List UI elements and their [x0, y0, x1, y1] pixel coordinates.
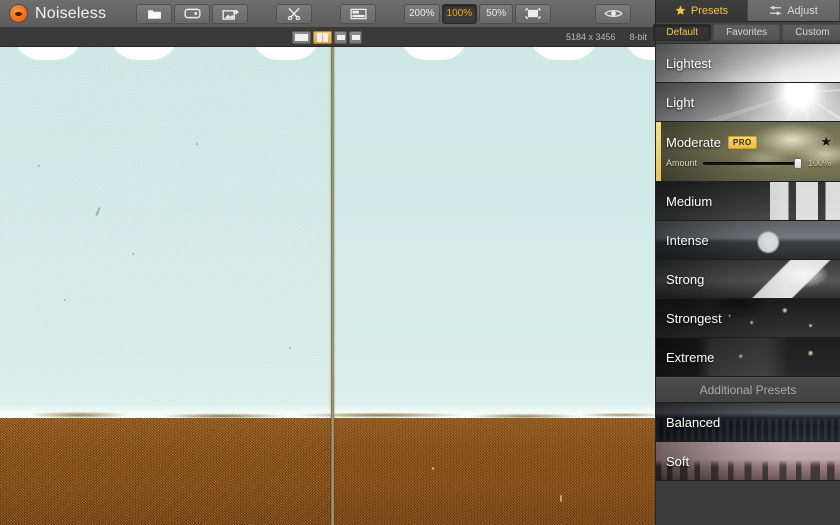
layout-button-group — [339, 3, 377, 24]
preset-label: Soft — [666, 453, 690, 469]
preset-label: Medium — [666, 193, 713, 209]
view-mode-split[interactable] — [313, 30, 332, 44]
preset-title-row: Moderate PRO ★ — [656, 134, 840, 150]
preset-item-light[interactable]: Light — [656, 83, 840, 122]
preset-item-strong[interactable]: Strong — [656, 260, 840, 299]
sliders-icon — [769, 6, 782, 15]
view-mode-compare-left[interactable] — [334, 30, 347, 44]
preview-button-group — [594, 3, 632, 24]
preset-item-medium[interactable]: Medium — [656, 182, 840, 221]
preset-label: Moderate — [666, 134, 721, 150]
subtab-custom[interactable]: Custom — [782, 24, 840, 41]
noiseless-app-window: Noiseless PRO — [0, 0, 840, 525]
preset-item-extreme[interactable]: Extreme — [656, 338, 840, 377]
slider-track — [703, 161, 802, 165]
preset-category-tabs: Default Favorites Custom — [653, 22, 840, 44]
open-folder-icon — [147, 9, 161, 19]
compare-layout-button[interactable] — [340, 3, 376, 24]
fit-to-screen-button[interactable] — [515, 3, 552, 24]
crop-button[interactable] — [276, 3, 312, 24]
file-button-group — [135, 3, 249, 24]
preset-item-lightest[interactable]: Lightest — [656, 44, 840, 83]
view-mode-group — [292, 30, 364, 44]
preset-item-balanced[interactable]: Balanced — [656, 403, 840, 442]
amount-slider[interactable] — [703, 157, 802, 169]
preset-label: Lightest — [666, 55, 712, 71]
compare-layout-icon — [350, 8, 367, 20]
preset-shade — [656, 122, 840, 181]
subtab-favorites[interactable]: Favorites — [713, 24, 781, 41]
zoom-100-button[interactable]: 100% — [441, 3, 478, 24]
export-share-icon — [222, 8, 239, 20]
view-mode-single[interactable] — [292, 30, 311, 44]
export-button[interactable] — [212, 3, 248, 24]
star-icon — [675, 5, 686, 15]
library-icon — [184, 8, 201, 19]
favorite-star-icon[interactable]: ★ — [820, 134, 832, 150]
preset-label: Strong — [666, 271, 705, 287]
crop-button-group — [275, 3, 313, 24]
image-dimensions: 5184 x 3456 — [565, 32, 616, 42]
fit-screen-icon — [525, 8, 541, 19]
pro-badge: PRO — [727, 135, 757, 149]
amount-control-row: Amount 100% — [656, 157, 840, 169]
open-file-button[interactable] — [136, 3, 172, 24]
preset-item-soft[interactable]: Soft — [656, 442, 840, 481]
zoom-200-button[interactable]: 200% — [404, 3, 440, 24]
image-bit-depth: 8-bit — [629, 32, 647, 42]
tab-adjust[interactable]: Adjust — [748, 0, 840, 21]
view-mode-compare-right[interactable] — [349, 30, 362, 44]
slider-knob[interactable] — [794, 157, 802, 169]
split-view-divider[interactable] — [331, 47, 334, 525]
preset-item-intense[interactable]: Intense — [656, 221, 840, 260]
tab-adjust-label: Adjust — [787, 4, 818, 17]
image-canvas[interactable] — [0, 47, 655, 525]
presets-panel: Presets Adjust Default Favorites Custom … — [653, 0, 840, 525]
tab-presets-label: Presets — [690, 4, 729, 17]
zoom-50-button[interactable]: 50% — [479, 3, 514, 24]
library-button[interactable] — [174, 3, 210, 24]
amount-value: 100% — [808, 158, 832, 168]
preview-toggle-button[interactable] — [595, 3, 632, 24]
preset-item-strongest[interactable]: Strongest — [656, 299, 840, 338]
eye-icon — [604, 8, 623, 19]
noiseless-logo-icon — [10, 5, 27, 22]
tab-presets[interactable]: Presets — [656, 0, 748, 21]
preset-item-moderate[interactable]: Moderate PRO ★ Amount 100% — [656, 122, 840, 182]
preset-list[interactable]: Lightest Light Moderate PRO ★ Amount 100… — [656, 44, 840, 525]
preset-label: Extreme — [666, 349, 715, 365]
additional-presets-header: Additional Presets — [656, 377, 840, 403]
preset-label: Balanced — [666, 414, 721, 430]
photo-preview — [0, 47, 655, 525]
amount-label: Amount — [666, 158, 698, 168]
app-title: Noiseless — [35, 4, 107, 22]
preset-label: Intense — [666, 232, 709, 248]
app-brand: Noiseless PRO — [0, 5, 135, 23]
image-metadata: 5184 x 3456 8-bit — [566, 32, 655, 42]
panel-tab-bar: Presets Adjust — [656, 0, 840, 22]
preset-label: Strongest — [666, 310, 722, 326]
noisy-original-half — [0, 47, 331, 525]
subtab-default[interactable]: Default — [653, 24, 712, 41]
zoom-button-group: 200% 100% 50% — [403, 3, 552, 24]
image-info-bar: 5184 x 3456 8-bit — [0, 28, 655, 47]
scissors-icon — [287, 7, 301, 20]
preset-selected-indicator — [656, 122, 661, 181]
preset-label: Light — [666, 94, 695, 110]
